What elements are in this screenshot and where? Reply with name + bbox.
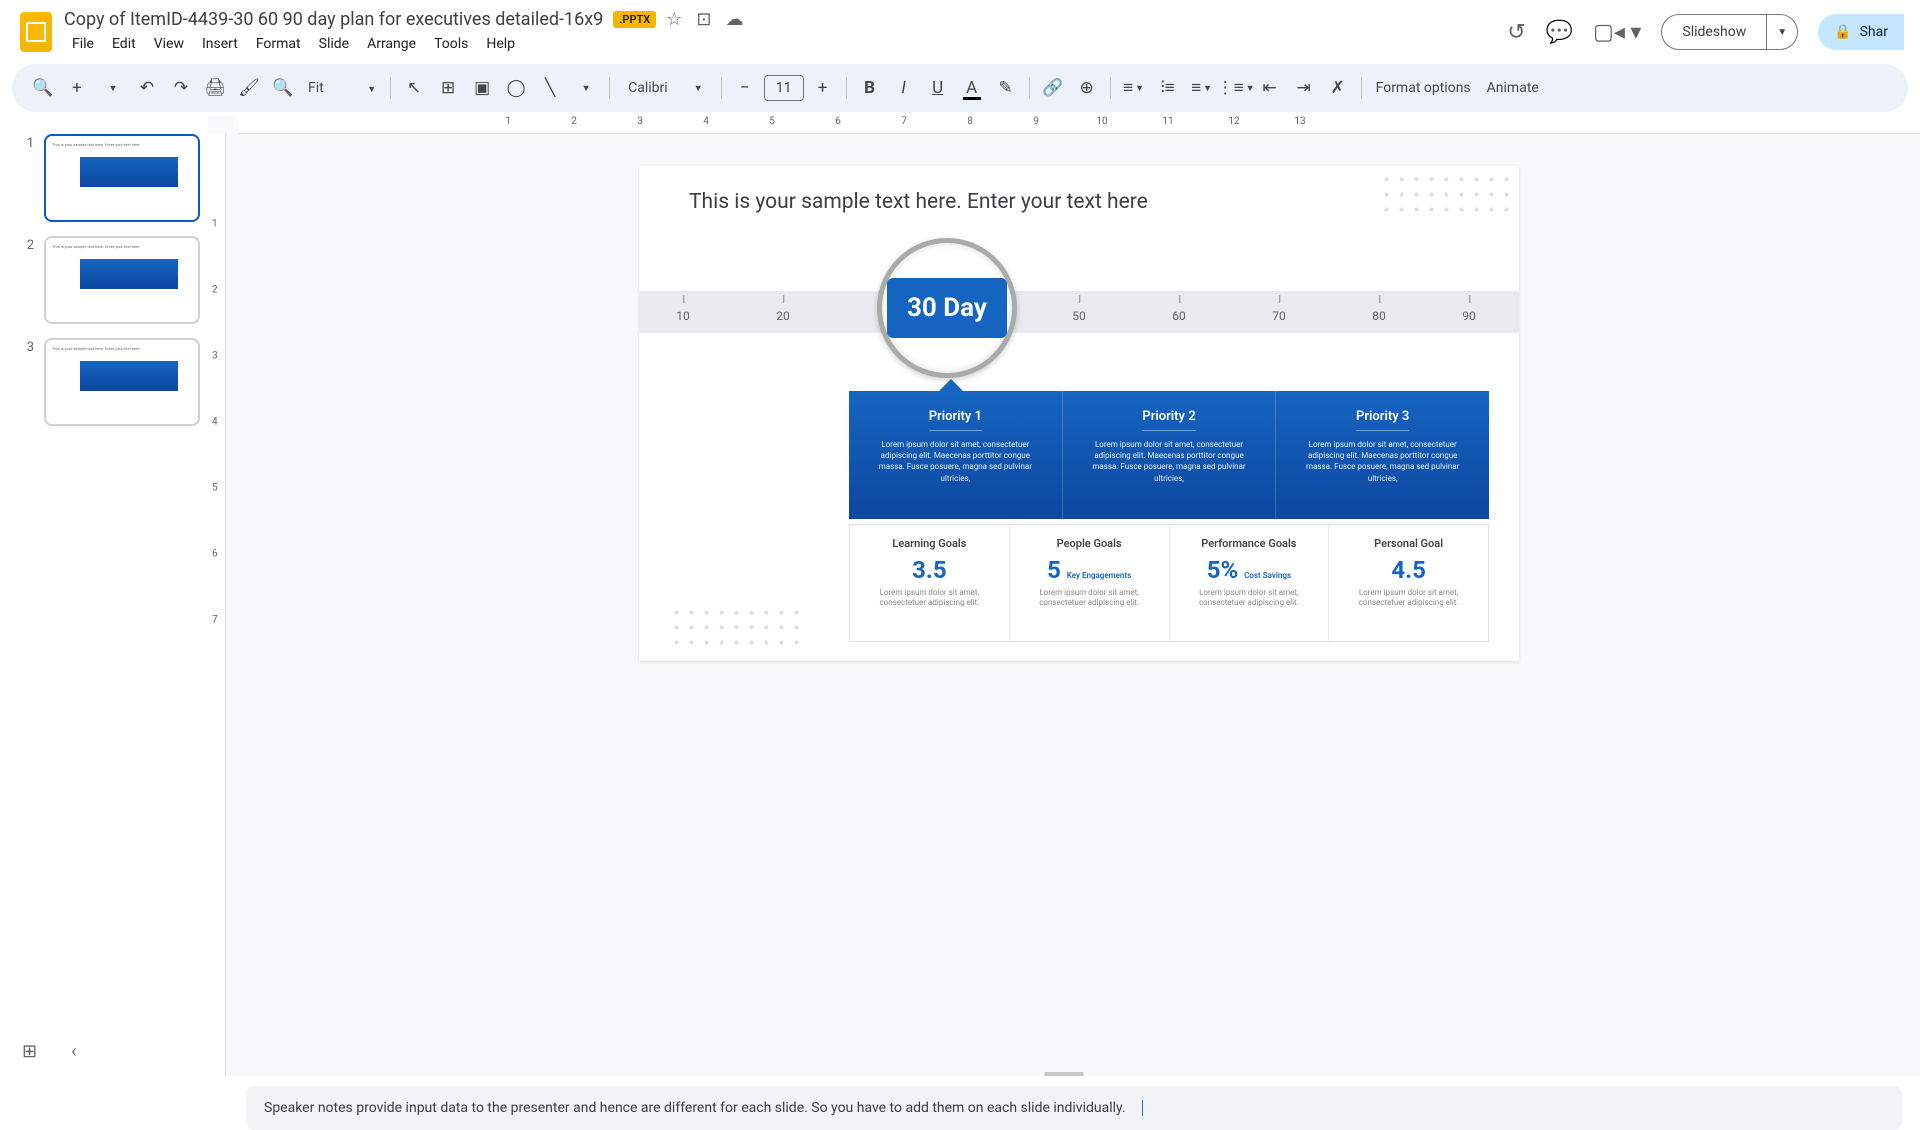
- print-button[interactable]: 🖨: [200, 73, 230, 103]
- collapse-panel-icon[interactable]: ‹: [71, 1041, 76, 1062]
- priorities-section: Priority 1Lorem ipsum dolor sit amet, co…: [849, 391, 1489, 519]
- pptx-badge: .PPTX: [613, 11, 656, 28]
- select-tool[interactable]: ↖: [399, 73, 429, 103]
- align-button[interactable]: ≡▼: [1119, 73, 1149, 103]
- slide-thumbnail-1[interactable]: This is your sample text here. Enter you…: [44, 134, 200, 222]
- share-button[interactable]: 🔒 Shar: [1818, 14, 1904, 50]
- speaker-notes-text: Speaker notes provide input data to the …: [264, 1100, 1126, 1116]
- bulleted-list-button[interactable]: ⋮≡▼: [1221, 73, 1251, 103]
- image-tool[interactable]: ▣: [467, 73, 497, 103]
- textbox-tool[interactable]: ⊞: [433, 73, 463, 103]
- new-slide-dropdown[interactable]: ▼: [98, 73, 128, 103]
- share-label: Shar: [1860, 24, 1888, 40]
- timeline-ruler: 10205060708090: [639, 291, 1519, 333]
- slideshow-dropdown[interactable]: ▼: [1767, 18, 1797, 47]
- goals-section: Learning Goals3.5 Lorem ipsum dolor sit …: [849, 524, 1489, 642]
- doc-title[interactable]: Copy of ItemID-4439-30 60 90 day plan fo…: [64, 9, 603, 30]
- slide-thumbnail-2[interactable]: This is your sample text here. Enter you…: [44, 236, 200, 324]
- line-spacing-button[interactable]: ⫶≡: [1153, 73, 1183, 103]
- line-tool[interactable]: ╲: [535, 73, 565, 103]
- font-decrease[interactable]: −: [730, 73, 760, 103]
- italic-button[interactable]: I: [889, 73, 919, 103]
- menu-slide[interactable]: Slide: [311, 32, 357, 56]
- menu-format[interactable]: Format: [248, 32, 309, 56]
- cloud-icon[interactable]: ☁: [726, 9, 744, 30]
- slide-number: 1: [20, 134, 34, 151]
- magnifier-circle: 30 Day: [877, 238, 1017, 378]
- speaker-notes[interactable]: Speaker notes provide input data to the …: [246, 1086, 1902, 1130]
- format-options-button[interactable]: Format options: [1370, 80, 1477, 96]
- font-size-input[interactable]: 11: [764, 75, 804, 101]
- shape-tool[interactable]: ◯: [501, 73, 531, 103]
- slide-number: 3: [20, 338, 34, 355]
- decoration-dots: [669, 605, 799, 655]
- numbered-list-button[interactable]: ≡▼: [1187, 73, 1217, 103]
- slide-thumbnail-3[interactable]: This is your sample text here. Enter you…: [44, 338, 200, 426]
- history-icon[interactable]: ↺: [1507, 20, 1525, 45]
- zoom-select[interactable]: Fit ▼: [302, 80, 382, 96]
- decoration-dots: [1379, 172, 1509, 222]
- star-icon[interactable]: ☆: [666, 9, 682, 30]
- slide-number: 2: [20, 236, 34, 253]
- slideshow-button[interactable]: Slideshow: [1662, 15, 1767, 49]
- goal-column: Personal Goal4.5 Lorem ipsum dolor sit a…: [1329, 525, 1488, 641]
- new-slide-button[interactable]: +: [62, 73, 92, 103]
- highlight-button[interactable]: ✎: [991, 73, 1021, 103]
- menu-tools[interactable]: Tools: [426, 32, 476, 56]
- priority-column: Priority 2Lorem ipsum dolor sit amet, co…: [1063, 391, 1277, 519]
- goal-column: Learning Goals3.5 Lorem ipsum dolor sit …: [850, 525, 1010, 641]
- add-comment-button[interactable]: ⊕: [1072, 73, 1102, 103]
- font-select[interactable]: Calibri▼: [618, 76, 712, 100]
- paint-format-button[interactable]: 🖌: [234, 73, 264, 103]
- menu-insert[interactable]: Insert: [194, 32, 246, 56]
- magnifier-label: 30 Day: [887, 278, 1007, 338]
- search-icon[interactable]: 🔍: [28, 73, 58, 103]
- goal-column: Performance Goals5% Cost SavingsLorem ip…: [1170, 525, 1330, 641]
- menu-view[interactable]: View: [146, 32, 192, 56]
- menu-file[interactable]: File: [64, 32, 102, 56]
- line-dropdown[interactable]: ▼: [571, 73, 601, 103]
- redo-button[interactable]: ↷: [166, 73, 196, 103]
- increase-indent-button[interactable]: ⇥: [1289, 73, 1319, 103]
- notes-resize-handle[interactable]: [1044, 1072, 1084, 1076]
- bold-button[interactable]: B: [855, 73, 885, 103]
- comments-icon[interactable]: 💬: [1546, 20, 1573, 45]
- horizontal-ruler: 12345678910111213: [238, 116, 1920, 134]
- slide-title[interactable]: This is your sample text here. Enter you…: [689, 190, 1148, 214]
- menu-arrange[interactable]: Arrange: [359, 32, 424, 56]
- goal-column: People Goals5 Key EngagementsLorem ipsum…: [1010, 525, 1170, 641]
- menu-help[interactable]: Help: [478, 32, 523, 56]
- move-icon[interactable]: ⊡: [696, 9, 711, 30]
- grid-view-icon[interactable]: ⊞: [22, 1041, 37, 1062]
- zoom-icon[interactable]: 🔍: [268, 73, 298, 103]
- priority-column: Priority 3Lorem ipsum dolor sit amet, co…: [1276, 391, 1489, 519]
- decrease-indent-button[interactable]: ⇤: [1255, 73, 1285, 103]
- underline-button[interactable]: U: [923, 73, 953, 103]
- link-button[interactable]: 🔗: [1038, 73, 1068, 103]
- text-cursor: [1142, 1100, 1143, 1116]
- menu-edit[interactable]: Edit: [104, 32, 144, 56]
- font-increase[interactable]: +: [808, 73, 838, 103]
- lock-icon: 🔒: [1834, 24, 1851, 40]
- slide-canvas[interactable]: This is your sample text here. Enter you…: [639, 166, 1519, 661]
- text-color-button[interactable]: A: [957, 73, 987, 103]
- app-logo[interactable]: [16, 12, 56, 52]
- vertical-ruler: 1234567: [208, 134, 226, 1076]
- priority-column: Priority 1Lorem ipsum dolor sit amet, co…: [849, 391, 1063, 519]
- clear-format-button[interactable]: ✗: [1323, 73, 1353, 103]
- animate-button[interactable]: Animate: [1481, 80, 1545, 96]
- present-icon[interactable]: ▢◂ ▾: [1593, 20, 1641, 45]
- undo-button[interactable]: ↶: [132, 73, 162, 103]
